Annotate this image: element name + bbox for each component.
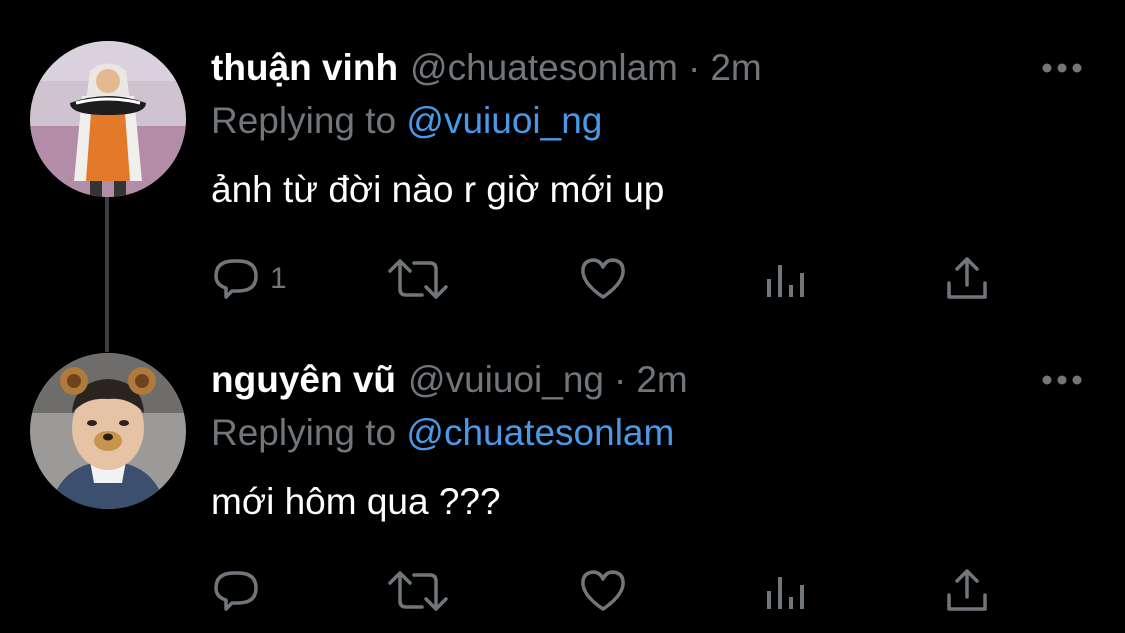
separator-dot: · [614,359,627,400]
tweet-header: thuận vinh @chuatesonlam · 2m [211,46,762,90]
share-icon [947,569,987,611]
tweet[interactable]: thuận vinh @chuatesonlam · 2m Replying to @… [0,0,1125,320]
retweet-icon [388,571,448,611]
display-name[interactable]: nguyên vũ [211,359,396,400]
tweet-text: ảnh từ đời nào r giờ mới up [211,169,665,210]
analytics-icon [767,265,804,297]
retweet-icon [388,259,448,299]
user-handle[interactable]: @vuiuoi_ng [408,359,604,400]
share-button[interactable] [943,255,991,303]
mention-link[interactable]: @chuatesonlam [406,412,674,453]
replying-prefix: Replying to [211,100,397,141]
timestamp[interactable]: 2m [710,47,761,88]
more-options-icon[interactable] [1040,60,1084,76]
reply-count: 1 [270,262,287,295]
analytics-icon [767,577,804,609]
display-name[interactable]: thuận vinh [211,47,398,88]
replying-prefix: Replying to [211,412,397,453]
replying-to-line: Replying to @chuatesonlam [211,411,674,455]
tweet-text: mới hôm qua ??? [211,481,501,522]
like-icon [581,258,625,299]
retweet-button[interactable] [386,567,450,615]
analytics-button[interactable] [763,255,807,303]
avatar[interactable] [30,41,186,197]
retweet-button[interactable] [386,255,450,303]
reply-icon [214,259,258,299]
replying-to-line: Replying to @vuiuoi_ng [211,99,602,143]
avatar-photo [30,353,186,509]
more-options-icon[interactable] [1040,372,1084,388]
share-button[interactable] [943,567,991,615]
reply-button[interactable] [212,567,270,615]
mention-link[interactable]: @vuiuoi_ng [406,100,602,141]
tweet[interactable]: nguyên vũ @vuiuoi_ng · 2m Replying to @chua… [0,320,1125,633]
like-icon [581,570,625,611]
like-button[interactable] [579,255,627,303]
avatar-photo [30,41,186,197]
separator-dot: · [687,47,701,88]
avatar[interactable] [30,353,186,509]
reply-icon [214,571,258,611]
share-icon [947,257,987,299]
user-handle[interactable]: @chuatesonlam [410,47,678,88]
tweet-header: nguyên vũ @vuiuoi_ng · 2m [211,358,688,402]
like-button[interactable] [579,567,627,615]
analytics-button[interactable] [763,567,807,615]
timestamp[interactable]: 2m [636,359,687,400]
reply-button[interactable]: 1 [212,255,287,303]
